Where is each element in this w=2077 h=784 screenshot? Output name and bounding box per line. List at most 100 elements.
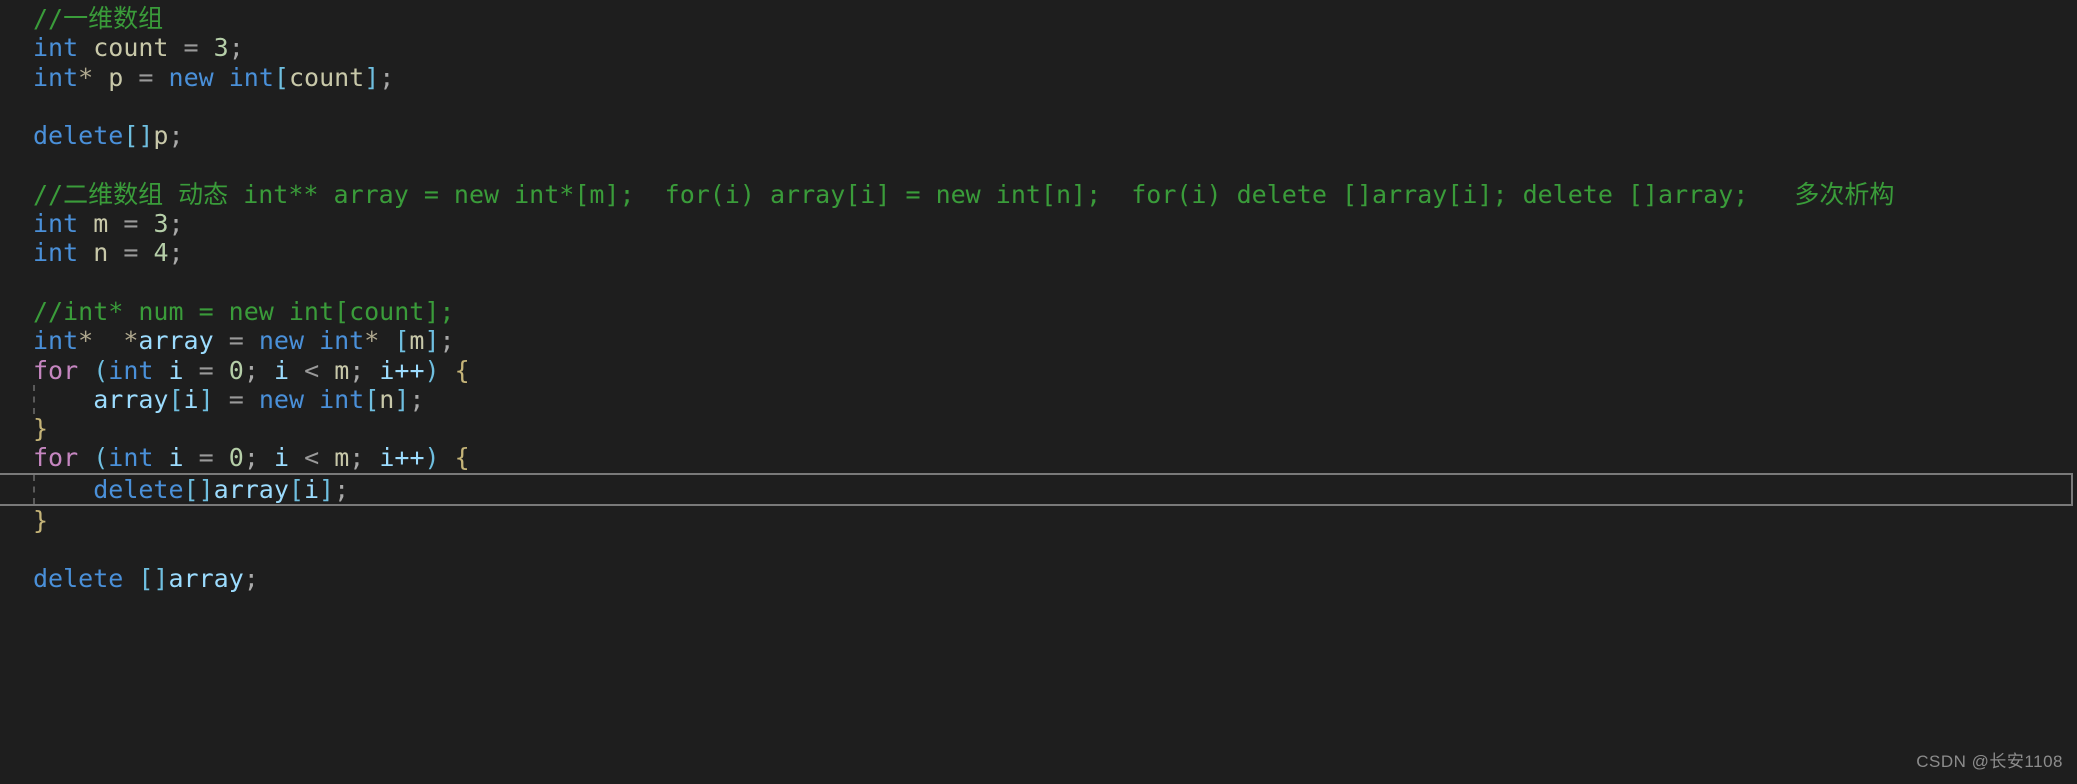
keyword-int: int xyxy=(319,384,365,414)
keyword-new: new xyxy=(168,62,214,92)
code-line-7[interactable]: //二维数组 动态 int** array = new int*[m]; for… xyxy=(0,180,2077,209)
code-line-14[interactable]: array[i] = new int[n]; xyxy=(0,384,2077,415)
increment-expression: i++ xyxy=(379,355,425,385)
semicolon: ; xyxy=(243,564,259,594)
number-literal: 3 xyxy=(153,209,169,239)
identifier-array: array xyxy=(93,384,169,414)
indent-guide xyxy=(33,384,35,415)
operator-assign: = xyxy=(228,384,244,414)
code-content[interactable]: //一维数组 int count = 3; int* p = new int[c… xyxy=(0,4,2077,594)
operator-assign: = xyxy=(123,238,139,268)
code-editor[interactable]: //一维数组 int count = 3; int* p = new int[c… xyxy=(0,0,2077,784)
identifier-i: i xyxy=(273,443,289,473)
semicolon: ; xyxy=(334,474,350,504)
keyword-delete: delete xyxy=(33,564,124,594)
bracket-close: ] xyxy=(319,474,335,504)
pointer-star: * xyxy=(78,62,94,92)
bracket-close: ] xyxy=(364,62,380,92)
bracket-pair: [] xyxy=(123,121,154,151)
identifier-count: count xyxy=(288,62,365,92)
csdn-watermark: CSDN @长安1108 xyxy=(1916,751,2063,771)
code-line-13[interactable]: for (int i = 0; i < m; i++) { xyxy=(0,356,2077,385)
code-line-11[interactable]: //int* num = new int[count]; xyxy=(0,297,2077,326)
keyword-new: new xyxy=(258,384,305,414)
keyword-int: int xyxy=(33,238,79,268)
number-literal: 0 xyxy=(228,355,244,385)
code-line-5[interactable]: delete[]p; xyxy=(0,121,2077,150)
brace-open: { xyxy=(454,443,470,473)
paren-open: ( xyxy=(93,355,109,385)
brace-close: } xyxy=(33,414,49,444)
identifier-n: n xyxy=(93,238,109,268)
operator-assign: = xyxy=(138,62,154,92)
operator-less-than: < xyxy=(304,355,320,385)
semicolon: ; xyxy=(409,384,425,414)
code-line-2[interactable]: int count = 3; xyxy=(0,33,2077,62)
semicolon: ; xyxy=(439,326,455,356)
operator-assign: = xyxy=(228,326,244,356)
code-line-6-blank[interactable] xyxy=(0,150,2077,179)
operator-assign: = xyxy=(183,33,199,63)
semicolon: ; xyxy=(349,355,365,385)
identifier-m: m xyxy=(409,326,425,356)
paren-close: ) xyxy=(424,355,440,385)
code-line-15[interactable]: } xyxy=(0,414,2077,443)
semicolon: ; xyxy=(243,443,259,473)
semicolon: ; xyxy=(168,209,184,239)
keyword-int: int xyxy=(108,443,154,473)
bracket-open: [ xyxy=(288,474,304,504)
keyword-for: for xyxy=(33,443,79,473)
keyword-int: int xyxy=(33,209,79,239)
code-line-3[interactable]: int* p = new int[count]; xyxy=(0,63,2077,92)
code-line-9[interactable]: int n = 4; xyxy=(0,238,2077,267)
code-line-18[interactable]: } xyxy=(0,506,2077,535)
code-line-16[interactable]: for (int i = 0; i < m; i++) { xyxy=(0,443,2077,472)
identifier-m: m xyxy=(334,443,350,473)
operator-less-than: < xyxy=(304,443,320,473)
identifier-m: m xyxy=(93,209,109,239)
semicolon: ; xyxy=(168,121,184,151)
semicolon: ; xyxy=(168,238,184,268)
increment-expression: i++ xyxy=(379,443,425,473)
pointer-star: * xyxy=(78,326,94,356)
code-line-17-current[interactable]: delete[]array[i]; xyxy=(0,472,2073,506)
keyword-int: int xyxy=(319,326,365,356)
code-line-10-blank[interactable] xyxy=(0,268,2077,297)
code-line-8[interactable]: int m = 3; xyxy=(0,209,2077,238)
code-line-12[interactable]: int* *array = new int* [m]; xyxy=(0,326,2077,355)
comment-token: //int* num = new int[count]; xyxy=(33,296,455,326)
semicolon: ; xyxy=(379,62,395,92)
identifier-i: i xyxy=(168,355,184,385)
identifier-array: array xyxy=(138,326,214,356)
operator-assign: = xyxy=(198,443,214,473)
code-line-4-blank[interactable] xyxy=(0,92,2077,121)
identifier-i: i xyxy=(168,443,184,473)
identifier-p: p xyxy=(108,62,124,92)
pointer-star: * xyxy=(123,326,139,356)
bracket-close: ] xyxy=(198,384,214,414)
bracket-pair: [] xyxy=(183,474,214,504)
keyword-int: int xyxy=(33,33,79,63)
keyword-int: int xyxy=(108,355,154,385)
operator-assign: = xyxy=(198,355,214,385)
bracket-close: ] xyxy=(394,384,410,414)
bracket-open: [ xyxy=(364,384,380,414)
bracket-pair: [] xyxy=(138,564,169,594)
identifier-i: i xyxy=(303,474,320,504)
code-line-20[interactable]: delete []array; xyxy=(0,564,2077,593)
comment-trailing-note: 多次析构 xyxy=(1794,179,1895,209)
code-line-1[interactable]: //一维数组 xyxy=(0,4,2077,33)
bracket-open: [ xyxy=(168,384,184,414)
identifier-i: i xyxy=(183,384,199,414)
keyword-delete: delete xyxy=(93,474,184,504)
code-line-19-blank[interactable] xyxy=(0,535,2077,564)
identifier-count: count xyxy=(93,33,169,63)
keyword-for: for xyxy=(33,355,79,385)
keyword-int: int xyxy=(228,62,274,92)
identifier-p: p xyxy=(153,121,169,151)
semicolon: ; xyxy=(243,355,259,385)
pointer-star: * xyxy=(364,326,380,356)
identifier-m: m xyxy=(334,355,350,385)
number-literal: 4 xyxy=(153,238,169,268)
